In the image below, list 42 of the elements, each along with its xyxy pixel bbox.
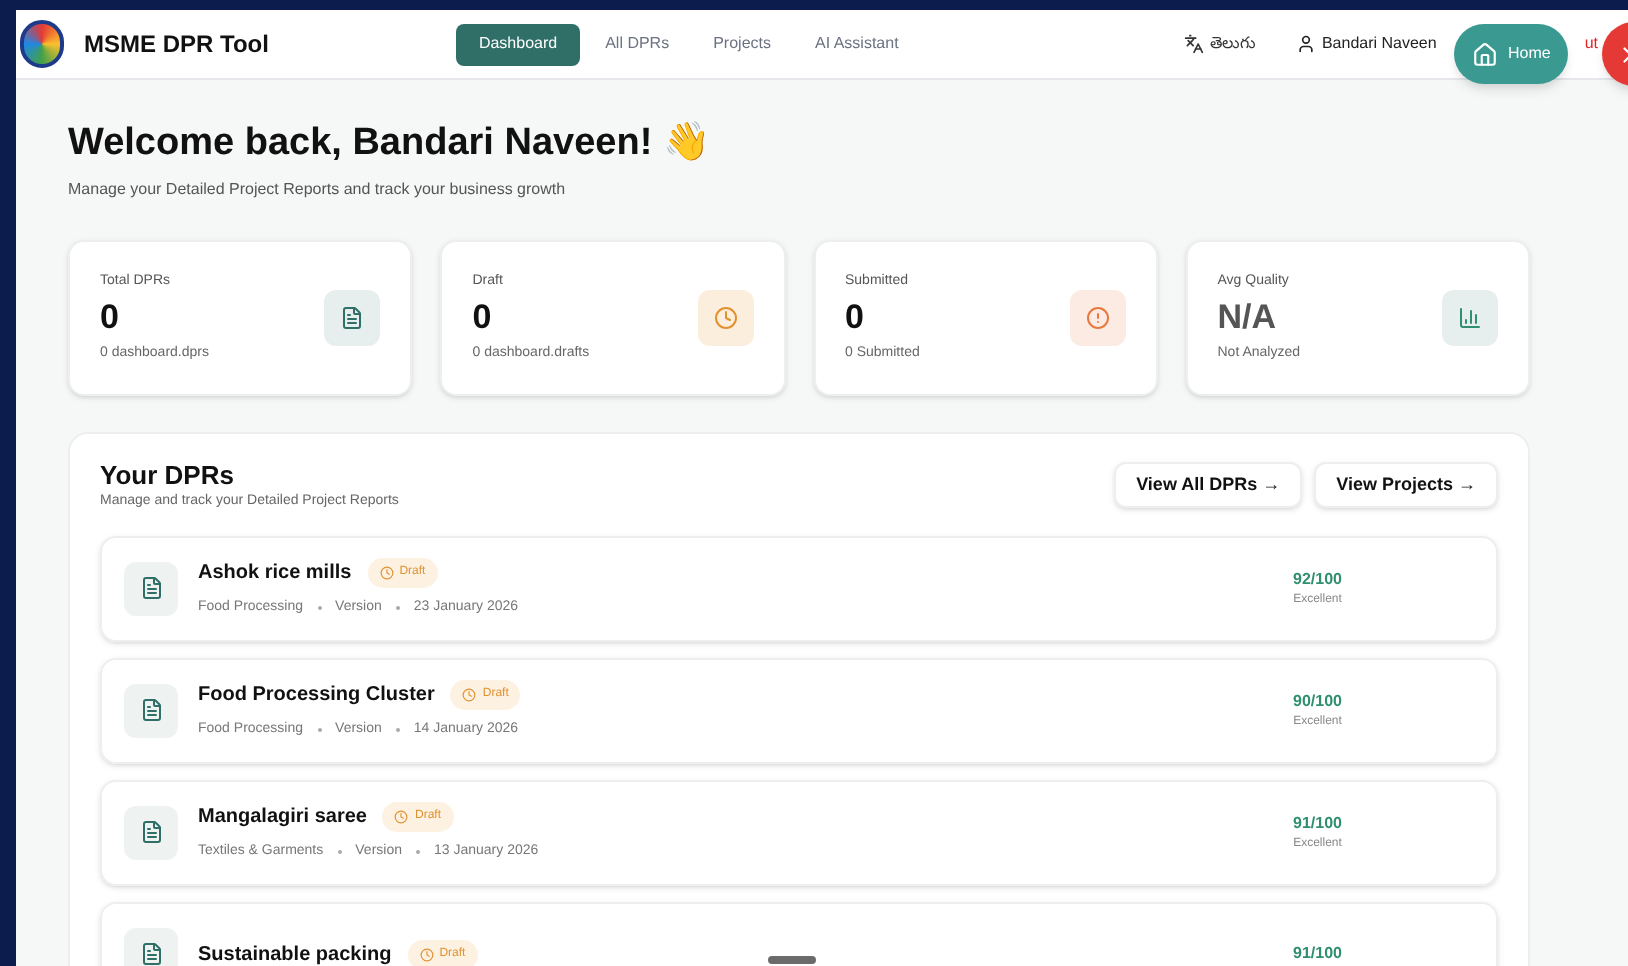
document-icon bbox=[139, 698, 163, 722]
home-icon bbox=[1472, 41, 1498, 67]
quality-score: 91/100 bbox=[1293, 942, 1342, 966]
bar-chart-icon bbox=[1458, 306, 1482, 330]
dpr-name: Mangalagiri saree bbox=[198, 803, 367, 832]
document-icon bbox=[340, 306, 365, 330]
stat-value: 0 bbox=[100, 296, 121, 340]
translate-icon bbox=[1183, 34, 1204, 54]
welcome-heading: Welcome back, Bandari Naveen! 👋 bbox=[68, 124, 713, 162]
quality-score: 91/100 bbox=[1293, 811, 1342, 835]
clock-icon bbox=[394, 809, 409, 824]
logout-link[interactable]: ut bbox=[1584, 32, 1598, 56]
view-button[interactable]: View Projects → bbox=[1314, 462, 1498, 508]
clock-icon bbox=[419, 947, 434, 961]
clock-icon bbox=[462, 687, 477, 702]
dpr-name: Sustainable packing bbox=[198, 941, 392, 966]
stat-value: N/A bbox=[1217, 296, 1279, 340]
view-button[interactable]: View All DPRs → bbox=[1114, 462, 1303, 508]
welcome-subtitle: Manage your Detailed Project Reports and track your business growth bbox=[68, 178, 568, 202]
alert-icon bbox=[1085, 306, 1110, 330]
user-button[interactable]: Bandari Naveen bbox=[1287, 32, 1437, 56]
clock-icon bbox=[379, 565, 394, 580]
nav-tab[interactable]: All DPRs bbox=[587, 23, 688, 65]
user-icon bbox=[1295, 34, 1316, 54]
brand-title[interactable]: MSME DPR Tool bbox=[84, 26, 269, 62]
dpr-name: Food Processing Cluster bbox=[198, 681, 435, 710]
section-title: Your DPRs bbox=[100, 462, 236, 488]
nav-tab[interactable]: Projects bbox=[695, 23, 789, 65]
stat-value: 0 bbox=[845, 296, 866, 340]
stat-value: 0 bbox=[472, 296, 494, 340]
clock-icon bbox=[713, 306, 737, 330]
language-button[interactable]: తెలుగు bbox=[1175, 32, 1264, 56]
document-icon bbox=[139, 576, 163, 600]
quality-score: 92/100 bbox=[1293, 567, 1342, 591]
dpr-name: Ashok rice mills bbox=[198, 559, 352, 588]
document-icon bbox=[139, 820, 163, 844]
nav-tab[interactable]: AI Assistant bbox=[797, 23, 917, 65]
document-icon bbox=[139, 942, 163, 966]
scroll-handle[interactable] bbox=[768, 956, 816, 964]
logo-icon[interactable] bbox=[20, 20, 64, 68]
quality-score: 90/100 bbox=[1293, 689, 1342, 713]
nav-tab[interactable]: Dashboard bbox=[456, 23, 580, 65]
